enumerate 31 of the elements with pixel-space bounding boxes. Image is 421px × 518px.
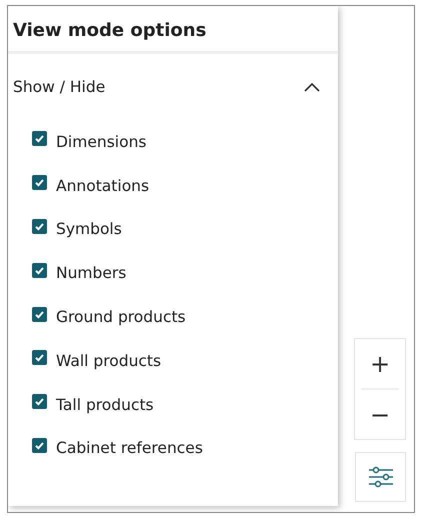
panel-title: View mode options [8,6,338,54]
check-icon [34,308,45,320]
zoom-out-button[interactable]: − [355,390,405,439]
checkbox[interactable] [32,306,47,322]
check-icon [34,220,45,232]
collapse-button[interactable] [302,80,322,94]
option-label: Symbols [56,220,122,238]
check-icon [34,177,45,188]
checkbox[interactable] [32,394,47,410]
sliders-icon [368,466,394,488]
option-label: Dimensions [56,132,146,151]
checkbox[interactable] [32,262,47,278]
checkbox[interactable] [32,218,47,234]
check-icon [34,440,45,451]
option-label: Wall products [56,352,162,370]
check-icon [34,396,45,408]
option-label: Cabinet references [56,439,203,458]
checkbox[interactable] [32,131,47,146]
check-icon [34,133,45,144]
check-icon [34,352,45,364]
checkbox[interactable] [32,175,47,190]
checkbox[interactable] [32,438,47,453]
option-label: Tall products [56,396,154,414]
section-title: Show / Hide [13,78,106,96]
zoom-in-button[interactable]: + [355,339,405,388]
option-label: Ground products [56,308,186,326]
check-icon [34,264,45,276]
settings-button[interactable] [355,452,406,502]
checkbox[interactable] [32,350,47,366]
option-label: Numbers [56,264,126,282]
option-label: Annotations [56,176,150,195]
